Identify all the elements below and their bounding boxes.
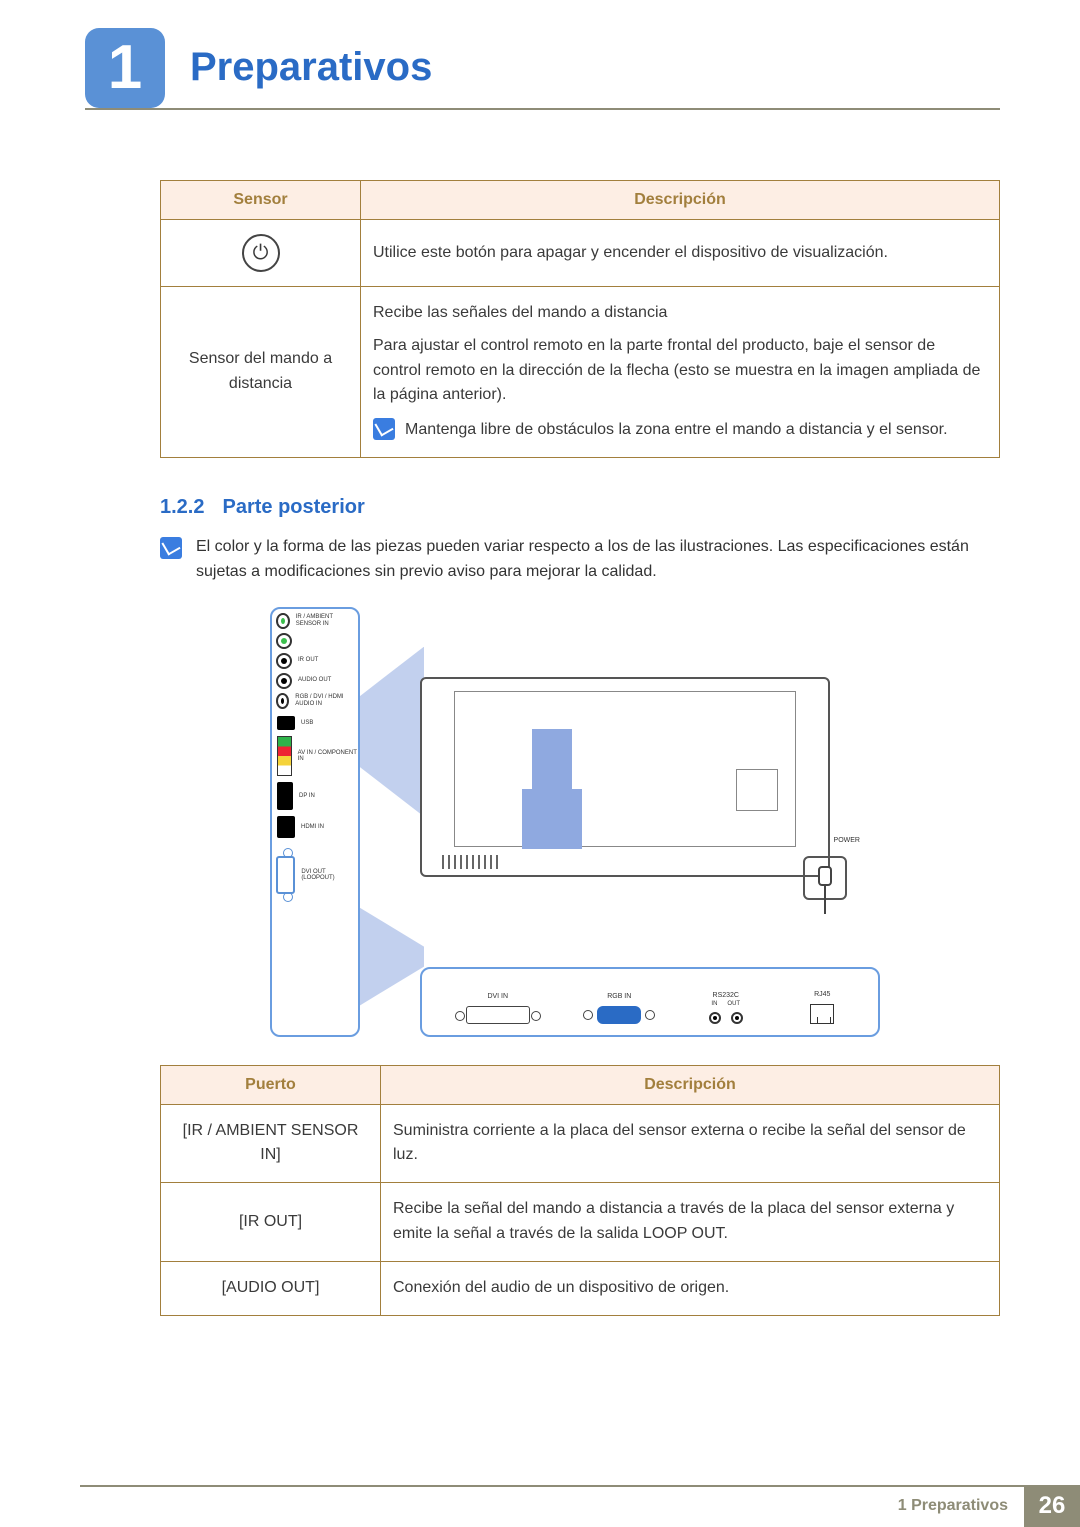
jack-icon	[276, 673, 292, 689]
jack-icon	[731, 1012, 743, 1024]
rear-panel-figure: IR / AMBIENT SENSOR IN IR OUT AUDIO OUT …	[270, 607, 890, 1037]
desc-cell: Recibe las señales del mando a distancia…	[361, 287, 1000, 458]
page-number: 26	[1024, 1485, 1080, 1527]
desc-line2: Para ajustar el control remoto en la par…	[373, 334, 987, 408]
desc-cell: Recibe la señal del mando a distancia a …	[381, 1183, 1000, 1262]
chapter-header: 1 Preparativos	[85, 30, 1080, 105]
table-row: [AUDIO OUT] Conexión del audio de un dis…	[161, 1261, 1000, 1315]
th-desc: Descripción	[381, 1065, 1000, 1104]
port-label: AV IN / COMPONENT IN	[298, 750, 358, 762]
hport-dvi-in: DVI IN	[466, 993, 530, 1029]
port-label: HDMI IN	[301, 824, 324, 830]
sensor-label-cell: Sensor del mando a distancia	[161, 287, 361, 458]
horizontal-port-strip: DVI IN RGB IN RS232C IN OUT RJ45	[420, 967, 880, 1037]
port-cell: [IR / AMBIENT SENSOR IN]	[161, 1104, 381, 1183]
th-sensor: Sensor	[161, 181, 361, 220]
port-label: IR / AMBIENT SENSOR IN	[296, 614, 354, 627]
note-text: Mantenga libre de obstáculos la zona ent…	[405, 418, 948, 443]
jack-icon	[276, 693, 289, 709]
port-label: USB	[301, 720, 313, 726]
th-port: Puerto	[161, 1065, 381, 1104]
power-connector: POWER	[790, 837, 860, 927]
port-label: RGB / DVI / HDMI AUDIO IN	[295, 694, 354, 707]
page-footer: 1 Preparativos 26	[0, 1485, 1080, 1527]
rj45-icon	[810, 1004, 834, 1024]
table-row: ⏻ Utilice este botón para apagar y encen…	[161, 220, 1000, 287]
port-label: DVI IN	[466, 993, 530, 1000]
power-button-cell: ⏻	[161, 220, 361, 287]
hport-rs232c: RS232C IN OUT	[709, 992, 743, 1029]
monitor-back-diagram	[420, 677, 830, 877]
chapter-number-badge: 1	[85, 28, 165, 108]
divider	[85, 108, 1000, 110]
port-label: IR OUT	[298, 657, 318, 664]
hport-rj45: RJ45	[810, 991, 834, 1029]
note-icon	[373, 418, 395, 440]
dp-icon	[277, 782, 293, 810]
port-table: Puerto Descripción [IR / AMBIENT SENSOR …	[160, 1065, 1000, 1316]
table-row: Sensor del mando a distancia Recibe las …	[161, 287, 1000, 458]
dvi-icon	[276, 856, 295, 894]
desc-cell: Utilice este botón para apagar y encende…	[361, 220, 1000, 287]
power-label: POWER	[790, 837, 860, 844]
port-label: RJ45	[810, 991, 834, 998]
jack-icon	[709, 1012, 721, 1024]
rs-in-label: IN	[711, 1001, 717, 1007]
page-content: Sensor Descripción ⏻ Utilice este botón …	[160, 180, 1000, 1316]
footer-section: 1 Preparativos	[898, 1485, 1024, 1527]
port-cell: [AUDIO OUT]	[161, 1261, 381, 1315]
note-row: Mantenga libre de obstáculos la zona ent…	[373, 418, 987, 443]
desc-cell: Conexión del audio de un dispositivo de …	[381, 1261, 1000, 1315]
desc-cell: Suministra corriente a la placa del sens…	[381, 1104, 1000, 1183]
section-title: Parte posterior	[222, 496, 364, 518]
sensor-table: Sensor Descripción ⏻ Utilice este botón …	[160, 180, 1000, 458]
power-icon: ⏻	[242, 234, 280, 272]
th-desc: Descripción	[361, 181, 1000, 220]
top-note: El color y la forma de las piezas pueden…	[160, 535, 1000, 585]
jack-icon	[276, 653, 292, 669]
av-component-icon	[277, 736, 292, 776]
port-label: DVI OUT (LOOPOUT)	[301, 869, 358, 881]
jack-icon	[276, 613, 290, 629]
highlight-bracket	[522, 789, 582, 849]
port-label: RS232C	[709, 992, 743, 999]
section-heading: 1.2.2 Parte posterior	[160, 496, 1000, 519]
vertical-port-strip: IR / AMBIENT SENSOR IN IR OUT AUDIO OUT …	[270, 607, 360, 1037]
jack-icon	[276, 633, 292, 649]
port-label: AUDIO OUT	[298, 677, 331, 684]
table-row: [IR OUT] Recibe la señal del mando a dis…	[161, 1183, 1000, 1262]
hport-rgb-in: RGB IN	[597, 993, 641, 1029]
note-icon	[160, 537, 182, 559]
top-note-text: El color y la forma de las piezas pueden…	[196, 535, 1000, 585]
port-label: RGB IN	[597, 993, 641, 1000]
section-number: 1.2.2	[160, 496, 204, 518]
rs-out-label: OUT	[727, 1001, 740, 1007]
vga-icon	[597, 1006, 641, 1024]
dvi-icon	[466, 1006, 530, 1024]
chapter-title: Preparativos	[190, 45, 432, 90]
port-label: DP IN	[299, 793, 315, 799]
port-cell: [IR OUT]	[161, 1183, 381, 1262]
divider	[80, 1485, 1080, 1487]
hdmi-icon	[277, 816, 295, 838]
desc-line1: Recibe las señales del mando a distancia	[373, 301, 987, 326]
usb-icon	[277, 716, 295, 730]
table-row: [IR / AMBIENT SENSOR IN] Suministra corr…	[161, 1104, 1000, 1183]
